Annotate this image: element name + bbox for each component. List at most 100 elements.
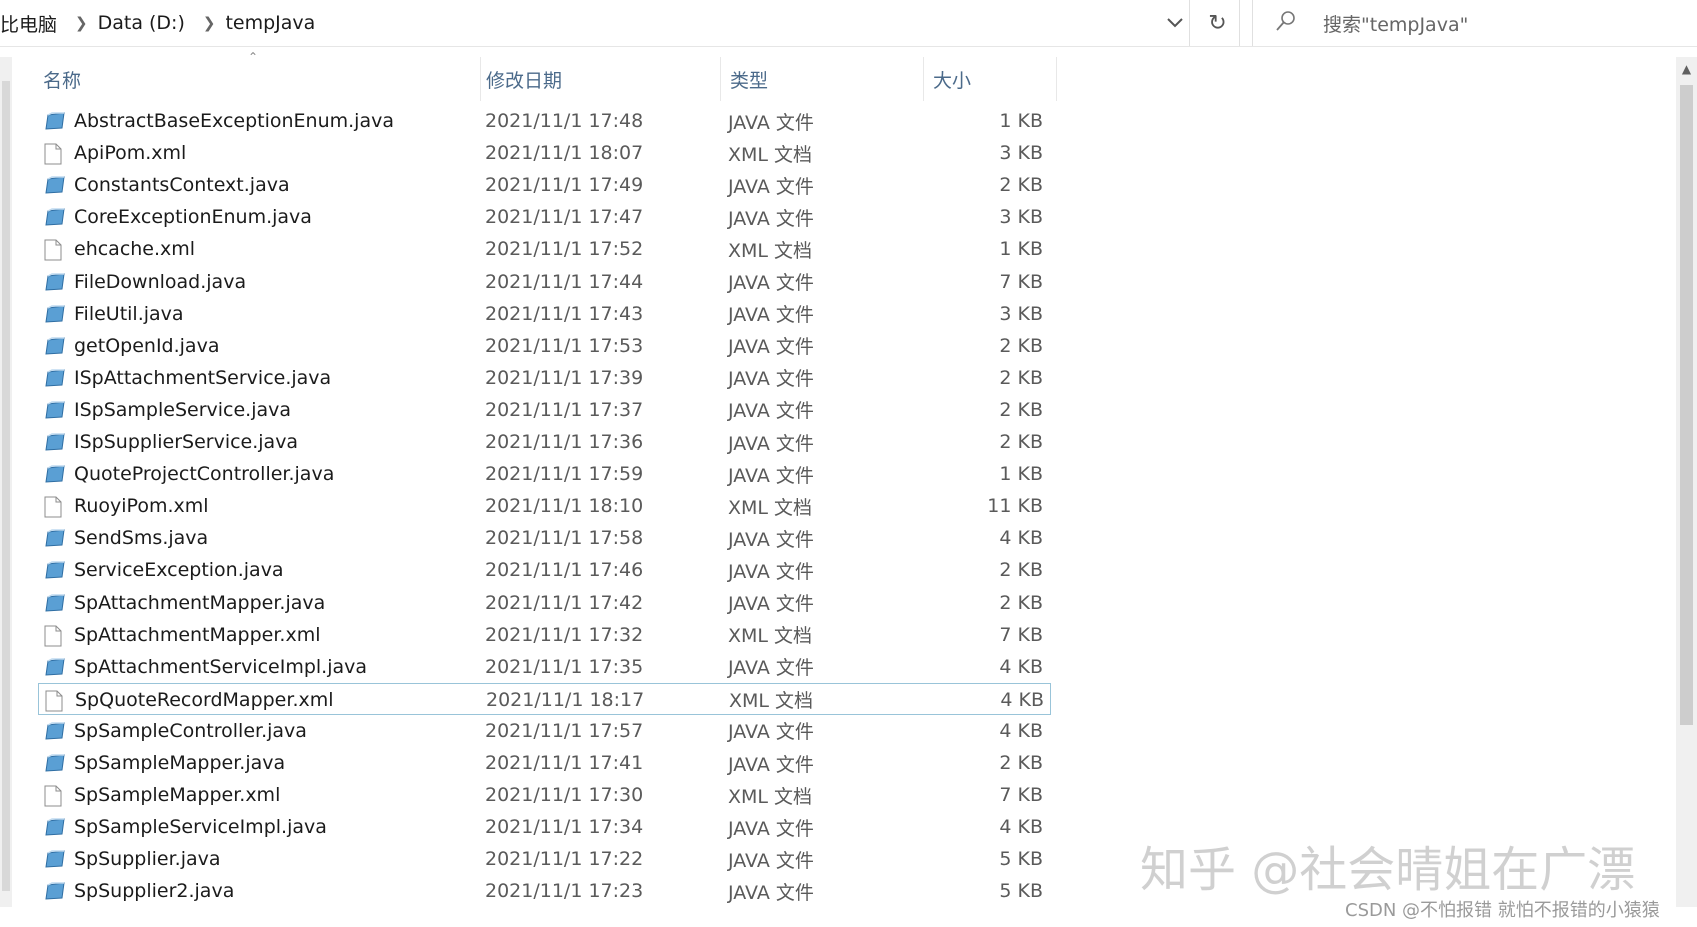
xml-file-icon [44, 496, 64, 518]
search-box[interactable]: 搜索"tempJava" [1252, 0, 1692, 46]
file-name: ISpAttachmentService.java [74, 366, 332, 389]
column-name-label: 名称 [43, 69, 82, 92]
file-row[interactable]: SpSampleMapper.java 2021/11/1 17:41 JAVA 文… [38, 747, 1051, 779]
file-modified-date: 2021/11/1 17:52 [485, 238, 644, 261]
xml-file-icon [44, 785, 64, 807]
file-name: FileDownload.java [74, 270, 247, 293]
file-row[interactable]: SpSampleServiceImpl.java 2021/11/1 17:34 J… [38, 811, 1051, 843]
chevron-right-icon[interactable]: ❯ [65, 14, 98, 32]
file-row[interactable]: ServiceException.java 2021/11/1 17:46 JAVA… [38, 554, 1051, 586]
file-row[interactable]: FileUtil.java 2021/11/1 17:43 JAVA 文件 3 KB [38, 298, 1051, 330]
file-row[interactable]: SpAttachmentMapper.xml 2021/11/1 17:32 XML… [38, 619, 1051, 651]
breadcrumb-this-pc[interactable]: 比电脑 [0, 10, 65, 37]
file-size: 5 KB [999, 848, 1043, 871]
file-row[interactable]: QuoteProjectController.java 2021/11/1 17:… [38, 458, 1051, 490]
left-scrollbar[interactable] [0, 57, 12, 907]
file-size: 4 KB [999, 527, 1043, 550]
file-modified-date: 2021/11/1 17:43 [485, 302, 644, 325]
file-row[interactable]: ApiPom.xml 2021/11/1 18:07 XML 文档 3 KB [38, 137, 1051, 169]
file-size: 1 KB [999, 463, 1043, 486]
breadcrumb-folder[interactable]: tempJava [225, 12, 323, 34]
file-row[interactable]: AbstractBaseExceptionEnum.java 2021/11/1 … [38, 105, 1051, 137]
file-row[interactable]: RuoyiPom.xml 2021/11/1 18:10 XML 文档 11 KB [38, 490, 1051, 522]
file-row[interactable]: ConstantsContext.java 2021/11/1 17:49 JAVA… [38, 169, 1051, 201]
file-name: SpAttachmentServiceImpl.java [74, 655, 368, 678]
file-size: 1 KB [999, 238, 1043, 261]
file-name: SpSampleMapper.java [74, 752, 286, 774]
file-row[interactable]: SpAttachmentServiceImpl.java 2021/11/1 17… [38, 651, 1051, 683]
file-modified-date: 2021/11/1 17:42 [485, 591, 644, 614]
java-file-icon [44, 593, 65, 613]
file-row[interactable]: SpAttachmentMapper.java 2021/11/1 17:42 JA… [38, 587, 1051, 619]
file-modified-date: 2021/11/1 17:49 [485, 174, 644, 197]
file-name: SpSupplier2.java [74, 880, 235, 903]
file-type: JAVA 文件 [728, 336, 814, 359]
file-name: AbstractBaseExceptionEnum.java [74, 110, 394, 132]
scrollbar-thumb[interactable] [1680, 85, 1693, 725]
file-row[interactable]: getOpenId.java 2021/11/1 17:53 JAVA 文件 2 KB [38, 330, 1051, 362]
breadcrumb-drive[interactable]: Data (D:) [98, 12, 193, 34]
file-row[interactable]: ISpAttachmentService.java 2021/11/1 17:39… [38, 362, 1051, 394]
file-row[interactable]: ISpSampleService.java 2021/11/1 17:37 JAVA… [38, 394, 1051, 426]
file-row[interactable]: ISpSupplierService.java 2021/11/1 17:36 JA… [38, 426, 1051, 458]
file-name: getOpenId.java [74, 334, 220, 357]
java-file-icon [44, 753, 65, 773]
file-type: XML 文档 [729, 690, 814, 713]
file-type: JAVA 文件 [728, 304, 814, 327]
file-type: XML 文档 [728, 785, 813, 808]
file-row[interactable]: ehcache.xml 2021/11/1 17:52 XML 文档 1 KB [38, 233, 1051, 265]
refresh-icon[interactable]: ↻ [1196, 0, 1240, 46]
file-size: 2 KB [999, 398, 1043, 421]
file-name: ISpSupplierService.java [74, 431, 299, 453]
file-row[interactable]: SpSampleMapper.xml 2021/11/1 17:30 XML 文档 7… [38, 779, 1051, 811]
scroll-up-icon[interactable]: ▲ [1676, 57, 1697, 81]
file-name: SpAttachmentMapper.java [74, 591, 326, 614]
file-size: 4 KB [999, 719, 1043, 742]
column-header-type[interactable]: 类型 [721, 57, 924, 101]
file-size: 5 KB [999, 880, 1043, 903]
file-row[interactable]: SendSms.java 2021/11/1 17:58 JAVA 文件 4 KB [38, 522, 1051, 554]
file-modified-date: 2021/11/1 17:46 [485, 559, 644, 582]
file-type: JAVA 文件 [728, 175, 814, 198]
file-type: JAVA 文件 [728, 400, 814, 423]
xml-file-icon [44, 625, 64, 647]
file-type: JAVA 文件 [728, 432, 814, 455]
file-modified-date: 2021/11/1 18:07 [485, 142, 644, 165]
file-name: RuoyiPom.xml [74, 495, 209, 518]
file-modified-date: 2021/11/1 17:34 [485, 816, 644, 839]
java-file-icon [44, 304, 65, 324]
file-modified-date: 2021/11/1 17:57 [485, 719, 644, 742]
file-row[interactable]: SpQuoteRecordMapper.xml 2021/11/1 18:17 XM… [38, 682, 1051, 715]
vertical-scrollbar[interactable]: ▲ [1676, 57, 1697, 907]
file-name: SendSms.java [74, 527, 209, 550]
file-type: JAVA 文件 [728, 560, 814, 583]
file-size: 3 KB [999, 142, 1043, 165]
column-date-label: 修改日期 [486, 69, 563, 92]
chevron-down-icon[interactable] [1160, 0, 1190, 46]
file-modified-date: 2021/11/1 17:23 [485, 880, 644, 903]
file-type: JAVA 文件 [728, 272, 814, 294]
left-scrollbar-thumb[interactable] [2, 81, 10, 891]
java-file-icon [44, 528, 65, 548]
java-file-icon [44, 849, 65, 869]
address-bar[interactable]: 比电脑 ❯ Data (D:) ❯ tempJava [0, 0, 1190, 46]
file-modified-date: 2021/11/1 17:37 [485, 398, 644, 421]
java-file-icon [44, 560, 65, 580]
file-type: JAVA 文件 [728, 111, 814, 134]
file-row[interactable]: FileDownload.java 2021/11/1 17:44 JAVA 文件 7… [38, 266, 1051, 298]
java-file-icon [44, 881, 65, 901]
column-header-date[interactable]: 修改日期 [477, 57, 721, 101]
search-placeholder: 搜索"tempJava" [1323, 13, 1469, 36]
file-row[interactable]: SpSupplier2.java 2021/11/1 17:23 JAVA 文件 5 … [38, 875, 1051, 907]
file-row[interactable]: SpSampleController.java 2021/11/1 17:57 JA… [38, 715, 1051, 747]
file-size: 1 KB [999, 110, 1043, 132]
file-size: 2 KB [999, 559, 1043, 582]
file-row[interactable]: CoreExceptionEnum.java 2021/11/1 17:47 JAV… [38, 201, 1051, 233]
java-file-icon [44, 400, 65, 420]
chevron-right-icon[interactable]: ❯ [193, 14, 226, 32]
zhihu-watermark: 知乎 @社会晴姐在广漂 [1140, 842, 1636, 898]
file-type: XML 文档 [728, 239, 813, 262]
file-modified-date: 2021/11/1 18:17 [486, 688, 645, 711]
column-header-size[interactable]: 大小 [924, 57, 1057, 101]
file-row[interactable]: SpSupplier.java 2021/11/1 17:22 JAVA 文件 5 K… [38, 843, 1051, 875]
